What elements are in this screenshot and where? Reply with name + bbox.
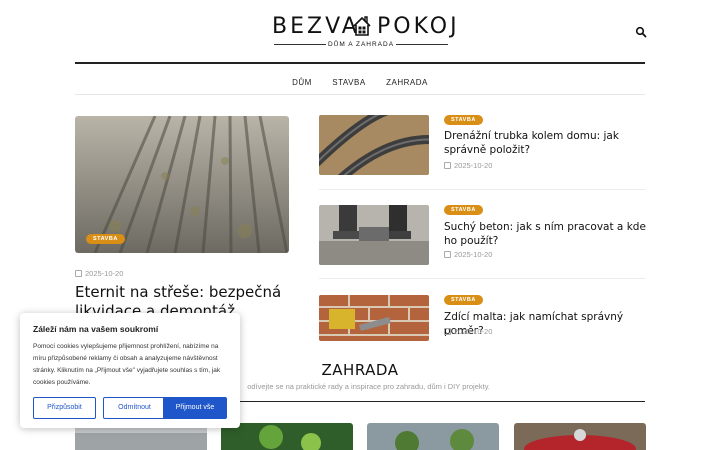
article-date: 2025-10-20 [444, 250, 492, 260]
article-title[interactable]: Drenážní trubka kolem domu: jak správně … [444, 129, 649, 157]
garden-thumb-4[interactable] [514, 423, 646, 450]
main-nav: DŮM STAVBA ZAHRADA [0, 72, 720, 90]
logo-word-left: BEZVA [272, 14, 360, 39]
article-date: 2025-10-20 [444, 161, 492, 171]
nav-item-dum[interactable]: DŮM [292, 76, 312, 90]
nav-item-stavba[interactable]: STAVBA [332, 76, 365, 90]
logo-word-right: POKOJ [377, 14, 460, 39]
article-date: 2025-10-20 [444, 327, 492, 337]
cookie-title: Záleží nám na vašem soukromí [33, 324, 159, 334]
search-icon[interactable] [635, 26, 647, 38]
article-divider [319, 189, 645, 190]
article-divider [319, 278, 645, 279]
article-title[interactable]: Suchý beton: jak s ním pracovat a kde ho… [444, 220, 649, 248]
article-date: 2025-10-20 [75, 269, 123, 279]
cookie-customize-button[interactable]: Přizpůsobit [33, 397, 96, 419]
category-badge[interactable]: STAVBA [444, 115, 483, 125]
house-icon [353, 16, 371, 36]
site-logo[interactable]: BEZVA POKOJ DŮM A ZAHRADA [270, 14, 457, 48]
calendar-icon [444, 162, 451, 169]
calendar-icon [444, 251, 451, 258]
category-badge[interactable]: STAVBA [444, 205, 483, 215]
category-badge[interactable]: STAVBA [86, 234, 125, 244]
category-badge[interactable]: STAVBA [444, 295, 483, 305]
cookie-text: Pomocí cookies vylepšujeme přijemnost pr… [33, 343, 221, 386]
nav-divider [75, 94, 645, 95]
calendar-icon [75, 270, 82, 277]
cookie-consent-panel: Záleží nám na vašem soukromí Pomocí cook… [20, 313, 240, 428]
nav-item-zahrada[interactable]: ZAHRADA [386, 76, 428, 90]
header-divider [75, 62, 645, 64]
garden-thumb-2[interactable] [221, 423, 353, 450]
logo-tagline: DŮM A ZAHRADA [270, 40, 452, 50]
section-subtitle: odívejte se na praktické rady a inspirac… [247, 382, 490, 391]
article-image-dry-concrete[interactable] [319, 205, 429, 265]
garden-thumb-3[interactable] [367, 423, 499, 450]
article-image-mortar[interactable] [319, 295, 429, 341]
calendar-icon [444, 328, 451, 335]
featured-image[interactable] [75, 116, 289, 253]
article-image-drainage[interactable] [319, 115, 429, 175]
cookie-reject-button[interactable]: Odmítnout [103, 397, 166, 419]
cookie-accept-button[interactable]: Přijmout vše [163, 397, 227, 419]
